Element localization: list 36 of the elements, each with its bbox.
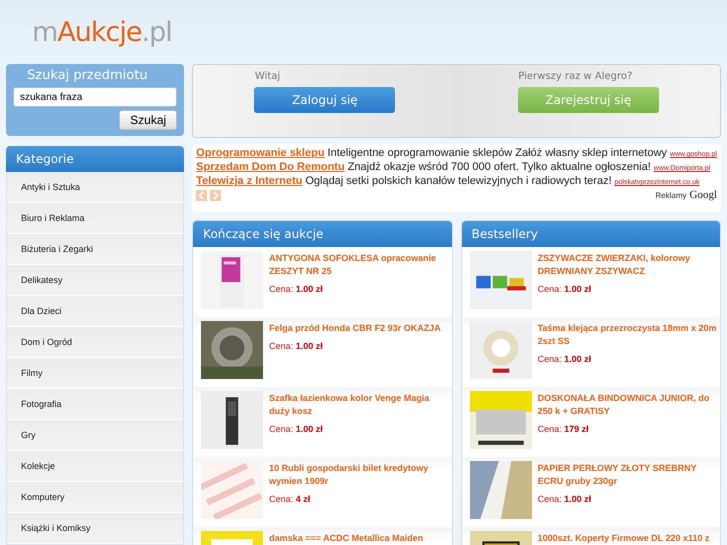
product-title-link[interactable]: Taśma klejąca przezroczysta 18mm x 20m 2szt SS	[538, 322, 720, 348]
ad-text: Znajdź okazje wśród 700 000 ofert. Tylko aktualne ogłoszenia!	[348, 161, 651, 173]
search-title: Szukaj przedmiotu	[27, 68, 149, 83]
product-price: Cena: 1.00 zł	[538, 284, 592, 294]
product-price: Cena: 1.00 zł	[269, 424, 324, 434]
greeting-label: Witaj	[254, 71, 282, 82]
product-price: Cena: 1.00 zł	[538, 354, 592, 364]
ad-title-link[interactable]: Oprogramowanie sklepu	[196, 147, 325, 159]
login-button[interactable]: Zaloguj się	[254, 87, 396, 113]
logo[interactable]: mAukcje.pl	[0, 0, 727, 64]
next-icon[interactable]	[210, 190, 222, 200]
panel-header: Kończące się aukcje	[193, 221, 452, 247]
ads-label: Reklamy	[655, 191, 686, 200]
product-title-link[interactable]: PAPIER PERŁOWY ZŁOTY SREBRNY ECRU gruby 230gr	[538, 462, 720, 488]
product-price: Cena: 1.00 zł	[269, 341, 324, 351]
register-prompt: Pierwszy raz w Alegro?	[518, 71, 634, 82]
product-title-link[interactable]: ZSZYWACZE ZWIERZAKI, kolorowy DREWNIANY ZSZYWACZ	[538, 252, 720, 278]
product-title-link[interactable]: Felga przód Honda CBR F2 93r OKAZJA	[269, 322, 441, 335]
product-title-link[interactable]: ANTYGONA SOFOKLESA opracowanie ZESZYT NR 25	[269, 252, 452, 278]
search-button[interactable]: Szukaj	[119, 110, 178, 130]
product-price: Cena: 4 zł	[269, 494, 312, 504]
product-price: Cena: 1.00 zł	[538, 494, 592, 504]
panel-header: Bestsellery	[462, 221, 720, 247]
ad-title-link[interactable]: Telewizja z Internetu	[196, 175, 302, 187]
product-title-link[interactable]: 10 Rubli gospodarski bilet kredytowy wymien 1909r	[269, 462, 452, 488]
ad-text: Oglądaj setki polskich kanałów telewizyjnych i radiowych teraz!	[305, 175, 612, 187]
ads-brand: Googl	[690, 189, 717, 201]
search-field[interactable]: szukana fraza	[13, 87, 178, 107]
product-price: Cena: 1.00 zł	[269, 284, 324, 294]
product-title-link[interactable]: DOSKONAŁA BINDOWNICA JUNIOR, do 250 k + GRATISY	[538, 392, 720, 418]
ad-title-link[interactable]: Sprzedam Dom Do Remontu	[196, 161, 345, 173]
product-price: Cena: 179 zł	[538, 424, 590, 434]
product-title-link[interactable]: Szafka łazienkowa kolor Venge Magia duży kosz	[269, 392, 452, 418]
ad-text: Inteligentne oprogramowanie sklepów Załóż własny sklep internetowy	[328, 147, 667, 159]
previous-icon[interactable]	[196, 190, 208, 200]
panel-header: Kategorie	[6, 146, 184, 172]
